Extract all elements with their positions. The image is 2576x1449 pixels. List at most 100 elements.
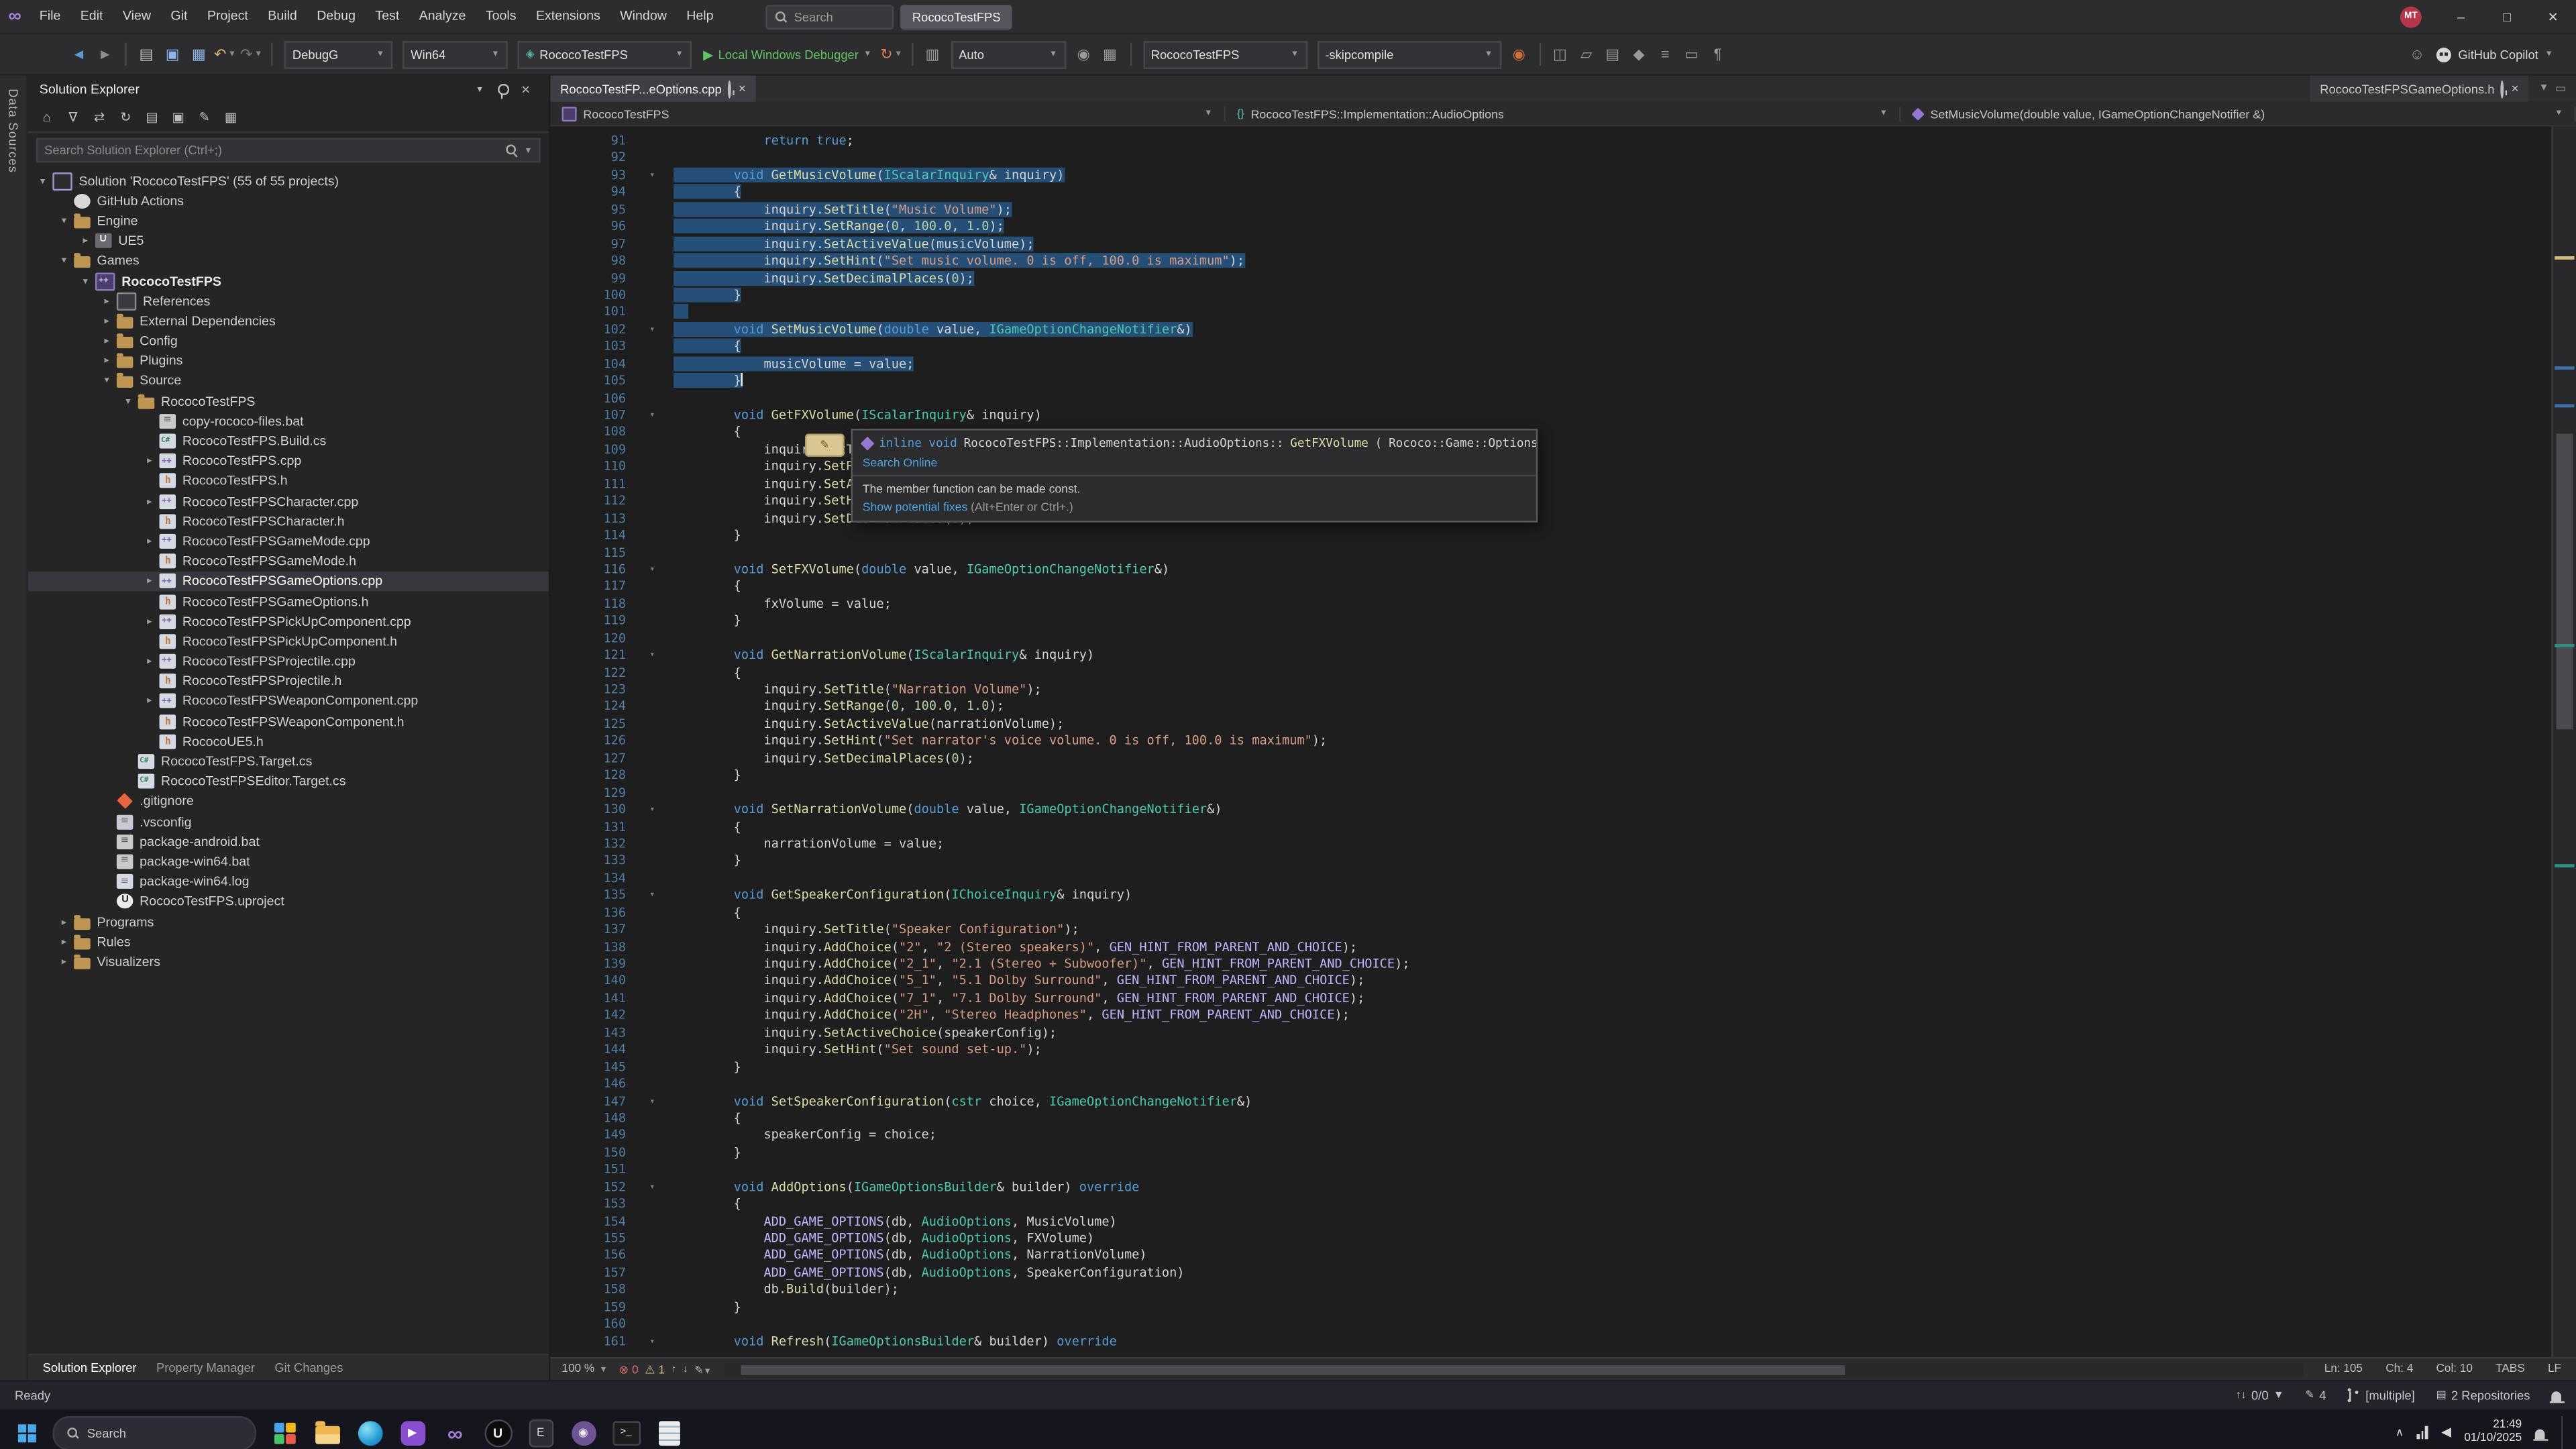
break-all-icon[interactable]: ▥ [921,41,944,67]
fold-collapse-icon[interactable]: ▾ [641,1093,663,1111]
solution-configuration-combo[interactable]: DebugG▼ [284,40,393,68]
line-number[interactable]: 98 [550,253,641,270]
notepad-icon[interactable] [651,1415,687,1449]
code-line[interactable]: 148 { [550,1110,2551,1128]
sync-with-active-document-icon[interactable]: ⇄ [87,106,112,129]
fold-collapse-icon[interactable]: ▾ [641,561,663,579]
menu-project[interactable]: Project [197,0,258,33]
debug-target-combo[interactable]: Auto▼ [951,40,1065,68]
code-line[interactable]: 151 [550,1162,2551,1179]
tree-item[interactable]: ▾Engine [28,211,549,231]
refresh-icon[interactable]: ↻ [113,106,138,129]
edit-marker-icon[interactable]: ✎▼ [694,1362,711,1376]
code-line[interactable]: 125 inquiry.SetActiveValue(narrationVolu… [550,716,2551,733]
line-number[interactable]: 109 [550,441,641,459]
line-number[interactable]: 139 [550,956,641,973]
tree-item[interactable]: package-android.bat [28,832,549,852]
visual-studio-icon[interactable]: ∞ [437,1415,473,1449]
sync-status[interactable]: ↑↓0/0▼ [2236,1387,2284,1402]
tray-expand-icon[interactable]: ∧ [2396,1426,2404,1440]
menu-debug[interactable]: Debug [307,0,366,33]
show-all-files-icon[interactable]: ▣ [166,106,191,129]
code-line[interactable]: 115 [550,545,2551,562]
scrollbar-thumb[interactable] [2557,434,2573,729]
line-number[interactable]: 134 [550,871,641,888]
expand-arrow-icon[interactable]: ▸ [142,616,158,627]
tree-item[interactable]: RococoTestFPSGameOptions.h [28,591,549,611]
code-line[interactable]: 133 } [550,853,2551,871]
line-number[interactable]: 104 [550,356,641,374]
collapse-arrow-icon[interactable]: ▾ [56,255,72,266]
pin-icon[interactable] [729,81,732,96]
home-icon[interactable]: ⌂ [34,106,59,129]
line-number[interactable]: 141 [550,990,641,1008]
line-number[interactable]: 144 [550,1042,641,1059]
line-number[interactable]: 147 [550,1093,641,1111]
line-number[interactable]: 117 [550,579,641,596]
line-number[interactable]: 130 [550,802,641,819]
expand-arrow-icon[interactable]: ▸ [142,576,158,587]
expand-arrow-icon[interactable]: ▸ [142,655,158,667]
line-number[interactable]: 137 [550,922,641,939]
current-branch[interactable]: [multiple] [2347,1387,2414,1402]
data-sources-tab[interactable]: Data Sources [6,89,21,173]
error-count-badge[interactable]: ⊗ 0 [619,1362,639,1376]
tab-header-document[interactable]: RococoTestFPSGameOptions.h ✕ [2310,76,2529,102]
code-line[interactable]: 140 inquiry.AddChoice("5_1", "5.1 Dolby … [550,973,2551,991]
tree-item[interactable]: ▸Programs [28,912,549,932]
code-line[interactable]: 105 } [550,373,2551,390]
pending-changes[interactable]: ✎4 [2306,1387,2326,1402]
whitespace-icon[interactable]: ¶ [1706,41,1729,67]
tree-item[interactable]: ▾RococoTestFPS [28,391,549,411]
code-line[interactable]: 142 inquiry.AddChoice("2H", "Stereo Head… [550,1008,2551,1025]
code-line[interactable]: 99 inquiry.SetDecimalPlaces(0); [550,270,2551,288]
line-number[interactable]: 100 [550,287,641,305]
line-number[interactable]: 121 [550,647,641,665]
properties-icon[interactable]: ✎ [193,106,217,129]
warning-count-badge[interactable]: ⚠ 1 [645,1362,665,1376]
preview-icon[interactable]: ▦ [219,106,244,129]
tree-item[interactable]: RococoTestFPSProjectile.h [28,672,549,692]
expand-arrow-icon[interactable]: ▸ [99,295,115,307]
code-line[interactable]: 92 [550,150,2551,168]
line-number[interactable]: 93 [550,167,641,184]
solution-platform-combo[interactable]: Win64▼ [402,40,508,68]
line-number[interactable]: 105 [550,373,641,390]
menu-build[interactable]: Build [258,0,307,33]
code-line[interactable]: 117 { [550,579,2551,596]
line-number[interactable]: 159 [550,1299,641,1317]
fold-collapse-icon[interactable]: ▾ [641,1179,663,1197]
network-icon[interactable] [2417,1426,2428,1440]
code-line[interactable]: 94 { [550,184,2551,202]
live-share-icon[interactable]: ◫ [1548,41,1571,67]
title-search-box[interactable]: Search [766,4,894,29]
tree-item[interactable]: RococoTestFPSPickUpComponent.h [28,631,549,651]
start-debugging-button[interactable]: ▶Local Windows Debugger▼ [703,41,871,67]
tree-item[interactable]: ▸External Dependencies [28,311,549,331]
line-number[interactable]: 161 [550,1334,641,1351]
code-line[interactable]: 128 } [550,767,2551,785]
line-number[interactable]: 155 [550,1230,641,1248]
code-line[interactable]: 127 inquiry.SetDecimalPlaces(0); [550,751,2551,768]
breadcrumb-segment[interactable]: RococoTestFPS▼ [550,106,1226,121]
expand-arrow-icon[interactable]: ▸ [99,356,115,367]
tree-item[interactable]: RococoTestFPSCharacter.h [28,511,549,531]
line-number[interactable]: 118 [550,596,641,614]
document-list-icon[interactable]: ▼ [2539,84,2549,94]
tool-tab-git-changes[interactable]: Git Changes [274,1360,343,1375]
tree-item[interactable]: ▸RococoTestFPSProjectile.cpp [28,651,549,672]
notifications[interactable] [2551,1389,2561,1401]
line-number[interactable]: 145 [550,1059,641,1077]
line-number[interactable]: 96 [550,219,641,236]
code-line[interactable]: 103 { [550,339,2551,356]
code-line[interactable]: 102▾ void SetMusicVolume(double value, I… [550,322,2551,339]
menu-window[interactable]: Window [610,0,676,33]
tree-item[interactable]: ▸UE5 [28,231,549,251]
tree-item[interactable]: RococoTestFPS.h [28,471,549,491]
line-number[interactable]: 128 [550,767,641,785]
line-number[interactable]: 142 [550,1008,641,1025]
code-line[interactable]: 144 inquiry.SetHint("Set sound set-up.")… [550,1042,2551,1059]
line-number[interactable]: 153 [550,1196,641,1214]
scrollbar-thumb[interactable] [741,1364,1845,1375]
menu-view[interactable]: View [113,0,161,33]
